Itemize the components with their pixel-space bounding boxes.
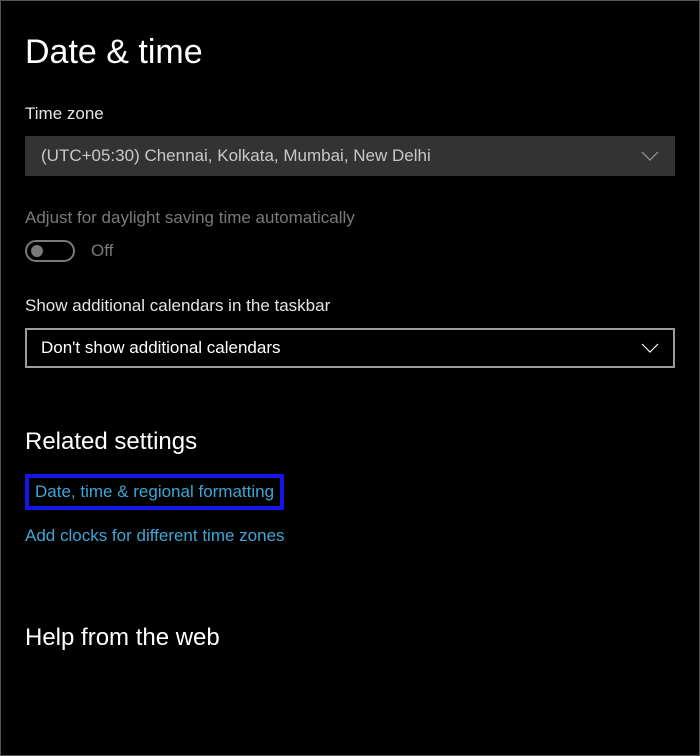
dst-toggle-state: Off (91, 241, 113, 261)
chevron-down-icon (641, 151, 659, 161)
add-clocks-link[interactable]: Add clocks for different time zones (25, 526, 285, 546)
regional-formatting-link[interactable]: Date, time & regional formatting (35, 482, 274, 502)
timezone-dropdown[interactable]: (UTC+05:30) Chennai, Kolkata, Mumbai, Ne… (25, 136, 675, 176)
calendars-label: Show additional calendars in the taskbar (25, 296, 675, 316)
toggle-knob (31, 245, 43, 257)
chevron-down-icon (641, 343, 659, 353)
dst-toggle[interactable] (25, 240, 75, 262)
help-heading: Help from the web (25, 624, 675, 652)
timezone-selected-value: (UTC+05:30) Chennai, Kolkata, Mumbai, Ne… (41, 146, 431, 166)
calendars-selected-value: Don't show additional calendars (41, 338, 281, 358)
page-title: Date & time (25, 33, 675, 72)
highlight-annotation: Date, time & regional formatting (25, 474, 284, 510)
timezone-label: Time zone (25, 104, 675, 124)
related-settings-heading: Related settings (25, 428, 675, 456)
calendars-dropdown[interactable]: Don't show additional calendars (25, 328, 675, 368)
dst-label: Adjust for daylight saving time automati… (25, 208, 675, 228)
